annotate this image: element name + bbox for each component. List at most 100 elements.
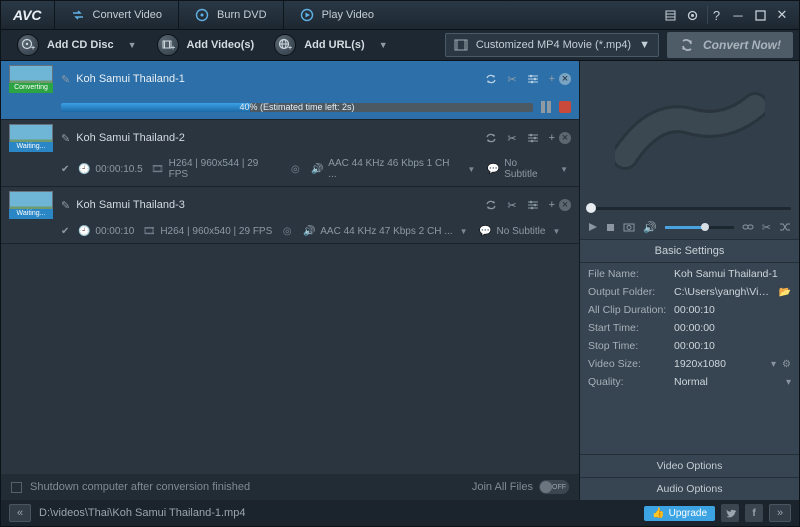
add-videos-button[interactable]: + Add Video(s) [147,30,265,60]
chevron-down-icon[interactable]: ▼ [557,163,571,175]
svg-text:+: + [171,45,175,52]
thumbnail: Waiting... [9,191,53,219]
stop-time-label: Stop Time: [588,340,668,352]
video-info: H264 | 960x540 | 29 FPS [160,226,272,237]
button-label: Add CD Disc [47,39,114,51]
progress-text: 40% (Estimated time left: 2s) [61,103,533,112]
button-label: Add URL(s) [304,39,365,51]
filename-label: File Name: [588,268,668,280]
subtitle-info: No Subtitle [497,226,546,237]
chevron-down-icon[interactable]: ▼ [457,225,471,237]
stop-button[interactable] [559,101,571,113]
pencil-icon[interactable]: ✎ [61,199,70,212]
tab-burn-dvd[interactable]: Burn DVD [178,1,283,29]
output-value[interactable]: C:\Users\yangh\Videos... [674,286,773,298]
film-icon [454,39,468,51]
speaker-icon: 🔊 [310,163,324,175]
refresh-icon[interactable] [485,199,497,211]
scissors-icon[interactable]: ✂ [507,132,516,145]
add-icon[interactable]: + [549,199,555,211]
twitter-icon[interactable] [721,504,739,522]
disc-icon [195,8,209,22]
upgrade-button[interactable]: 👍 Upgrade [644,506,715,521]
gear-icon[interactable]: ⚙ [782,359,791,370]
volume-icon[interactable]: 🔊 [643,221,657,234]
speaker-icon: 🔊 [302,225,316,237]
chevron-down-icon[interactable]: ▼ [549,225,563,237]
film-add-icon: + [157,34,179,56]
add-icon[interactable]: + [549,73,555,85]
pencil-icon[interactable]: ✎ [61,73,70,86]
add-icon[interactable]: + [549,132,555,144]
start-time-value[interactable]: 00:00:00 [674,322,791,334]
pause-button[interactable] [541,101,553,113]
close-button[interactable]: ✕ [773,6,791,24]
stop-time-value[interactable]: 00:00:10 [674,340,791,352]
help-icon[interactable]: ? [707,6,725,24]
output-profile-dropdown[interactable]: Customized MP4 Movie (*.mp4) ▼ [445,33,659,57]
refresh-icon[interactable] [485,132,497,144]
chevron-down-icon[interactable]: ▾ [786,377,791,388]
remove-icon[interactable]: × [559,132,571,144]
folder-open-icon[interactable]: 📂 [779,287,791,298]
file-item[interactable]: Waiting... ✎ Koh Samui Thailand-3 ✂ + [1,187,579,244]
settings-gear-icon[interactable] [683,6,701,24]
remove-icon[interactable]: × [559,73,571,85]
globe-add-icon: + [274,34,296,56]
tab-convert-video[interactable]: Convert Video [54,1,179,29]
shuffle-icon[interactable] [779,222,791,232]
join-files-toggle[interactable]: OFF [539,480,569,494]
checkmark-icon: ✔ [61,226,69,237]
minimize-button[interactable]: ─ [729,6,747,24]
status-badge: Waiting... [9,142,53,152]
maximize-button[interactable] [751,6,769,24]
link-icon[interactable] [742,222,754,232]
pencil-icon[interactable]: ✎ [61,132,70,145]
target-icon[interactable]: ◎ [288,163,302,175]
sliders-icon[interactable] [527,73,539,85]
expand-right-button[interactable]: » [769,504,791,522]
chevron-down-icon[interactable]: ▼ [464,163,478,175]
remove-icon[interactable]: × [559,199,571,211]
subtitle-icon: 💬 [479,225,493,237]
subtitle-icon: 💬 [486,163,500,175]
facebook-icon[interactable]: f [745,504,763,522]
preview-play-button[interactable] [588,222,598,232]
refresh-icon[interactable] [485,73,497,85]
scissors-icon[interactable]: ✂ [507,199,516,212]
duration-value: 00:00:10 [674,304,791,316]
shutdown-checkbox[interactable] [11,482,22,493]
tab-play-video[interactable]: Play Video [283,1,390,29]
quality-value[interactable]: Normal [674,376,780,388]
volume-slider[interactable] [665,226,734,229]
svg-text:+: + [288,45,292,52]
filename-value[interactable]: Koh Samui Thailand-1 [674,268,791,280]
collapse-left-button[interactable]: « [9,504,31,522]
output-label: Output Folder: [588,286,668,298]
convert-icon [71,8,85,22]
titlebar-sheet-icon[interactable] [661,6,679,24]
convert-now-button[interactable]: Convert Now! [667,32,793,58]
add-cd-disc-button[interactable]: + Add CD Disc ▼ [7,30,147,60]
clock-icon: 🕘 [77,163,91,175]
preview-stop-button[interactable] [606,223,615,232]
audio-options-button[interactable]: Audio Options [580,477,799,500]
sliders-icon[interactable] [527,199,539,211]
seek-bar[interactable] [580,201,799,215]
chevron-down-icon[interactable]: ▾ [771,359,776,370]
shutdown-label: Shutdown computer after conversion finis… [30,481,250,493]
quality-label: Quality: [588,376,668,388]
button-label: Add Video(s) [187,39,255,51]
snapshot-button[interactable] [623,222,635,232]
duration-label: All Clip Duration: [588,304,668,316]
settings-title: Basic Settings [580,239,799,263]
scissors-icon[interactable]: ✂ [507,73,516,86]
video-options-button[interactable]: Video Options [580,454,799,477]
target-icon[interactable]: ◎ [280,225,294,237]
video-size-value[interactable]: 1920x1080 [674,358,765,370]
sliders-icon[interactable] [527,132,539,144]
cut-icon[interactable]: ✂ [762,221,771,234]
file-item[interactable]: Waiting... ✎ Koh Samui Thailand-2 ✂ + [1,120,579,187]
add-urls-button[interactable]: + Add URL(s) ▼ [264,30,397,60]
file-item[interactable]: Converting ✎ Koh Samui Thailand-1 ✂ + [1,61,579,120]
